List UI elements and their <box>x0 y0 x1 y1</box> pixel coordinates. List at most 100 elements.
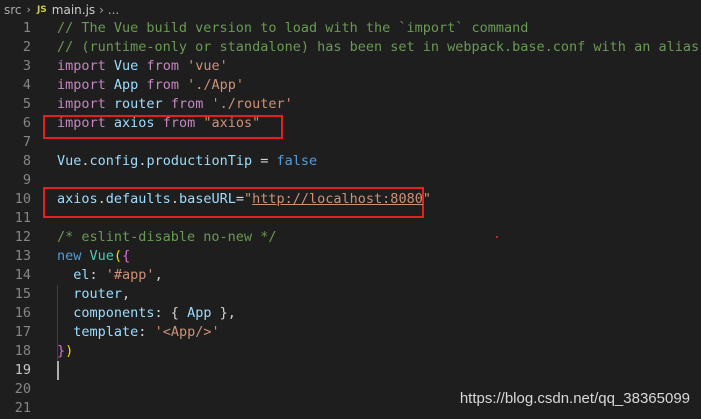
code-text: }) <box>57 342 73 361</box>
code-line[interactable]: 7 <box>0 133 701 152</box>
code-token: import <box>57 77 106 93</box>
code-line[interactable]: 3 import Vue from 'vue' <box>0 57 701 76</box>
javascript-file-icon: JS <box>36 4 47 15</box>
line-number: 6 <box>22 115 31 131</box>
code-token: : <box>138 324 155 340</box>
code-line[interactable]: 18}) <box>0 342 701 361</box>
code-line[interactable]: 17 template: '<App/>' <box>0 323 701 342</box>
code-token: false <box>276 153 318 169</box>
code-token: baseURL <box>178 191 236 207</box>
code-text: components: { App }, <box>57 304 236 323</box>
code-line[interactable]: 14 el: '#app', <box>0 266 701 285</box>
line-number: 17 <box>14 324 31 340</box>
breadcrumb-folder-src[interactable]: src <box>4 3 22 17</box>
line-number: 16 <box>14 305 31 321</box>
code-token: './router' <box>211 96 293 112</box>
code-line[interactable]: 16 components: { App }, <box>0 304 701 323</box>
code-line[interactable]: 19 <box>0 361 701 380</box>
code-token: Vue <box>113 58 139 74</box>
code-line[interactable]: 8 Vue.config.productionTip = false <box>0 152 701 171</box>
code-token: App <box>187 305 212 321</box>
code-token: axios <box>57 191 98 207</box>
line-number: 20 <box>14 381 31 397</box>
code-line[interactable]: 2 // (runtime-only or standalone) has bee… <box>0 38 701 57</box>
code-line[interactable]: 15 router, <box>0 285 701 304</box>
breadcrumb-symbols[interactable]: › ... <box>99 3 119 17</box>
code-token: new <box>57 248 82 264</box>
code-token: . <box>170 191 179 207</box>
code-token: template <box>73 324 139 340</box>
code-token: = <box>252 153 277 169</box>
line-number: 12 <box>14 229 31 245</box>
code-token: components <box>73 305 155 321</box>
code-token: from <box>146 58 179 74</box>
code-token: productionTip <box>146 153 253 169</box>
code-token: // (runtime-only or standalone) has been… <box>57 39 701 55</box>
code-token: './App' <box>187 77 245 93</box>
line-number: 2 <box>22 39 31 55</box>
code-line[interactable]: 11 <box>0 209 701 228</box>
code-text: import router from './router' <box>57 95 293 114</box>
code-line[interactable]: 10 axios.defaults.baseURL="http://localho… <box>0 190 701 209</box>
code-token: , <box>122 286 131 302</box>
code-line[interactable]: 4 import App from './App' <box>0 76 701 95</box>
code-token: http://localhost:8080 <box>252 191 423 207</box>
code-token: '<App/>' <box>154 324 220 340</box>
line-number: 3 <box>22 58 31 74</box>
code-text: // (runtime-only or standalone) has been… <box>57 38 701 57</box>
line-number: 18 <box>14 343 31 359</box>
chevron-right-icon: › <box>26 3 31 16</box>
line-number: 15 <box>14 286 31 302</box>
code-line[interactable]: 13 new Vue({ <box>0 247 701 266</box>
code-line[interactable]: 12 /* eslint-disable no-new */ <box>0 228 701 247</box>
code-line[interactable]: 9 <box>0 171 701 190</box>
line-number: 19 <box>14 362 31 378</box>
line-number: 4 <box>22 77 31 93</box>
code-token: '#app' <box>105 267 155 283</box>
code-token: { <box>122 248 131 264</box>
line-number: 14 <box>14 267 31 283</box>
line-number: 10 <box>14 191 31 207</box>
code-text: import App from './App' <box>57 76 244 95</box>
code-token: el <box>73 267 90 283</box>
line-number: 5 <box>22 96 31 112</box>
code-token: App <box>113 77 139 93</box>
code-text: import axios from "axios" <box>57 114 260 133</box>
code-line[interactable]: 1 // The Vue build version to load with t… <box>0 19 701 38</box>
code-token: . <box>81 153 90 169</box>
line-number: 8 <box>22 153 31 169</box>
code-token: router <box>73 286 123 302</box>
breadcrumb-file-main-js[interactable]: main.js <box>52 3 95 17</box>
code-token: defaults <box>105 191 171 207</box>
code-token: " <box>422 191 431 207</box>
code-line[interactable]: 5 import router from './router' <box>0 95 701 114</box>
code-text: router, <box>57 285 130 304</box>
code-token: axios <box>113 115 155 131</box>
code-token: " <box>244 191 253 207</box>
code-text: new Vue({ <box>57 247 130 266</box>
code-token: import <box>57 115 106 131</box>
breadcrumb: src › JS main.js › ... <box>0 0 701 19</box>
line-number: 9 <box>22 172 31 188</box>
code-token: from <box>146 77 179 93</box>
code-token: router <box>113 96 163 112</box>
code-text: template: '<App/>' <box>57 323 220 342</box>
code-token: 'vue' <box>187 58 228 74</box>
code-token: Vue <box>89 248 114 264</box>
code-editor[interactable]: 1 // The Vue build version to load with t… <box>0 19 701 419</box>
code-text: Vue.config.productionTip = false <box>57 152 317 171</box>
code-text: // The Vue build version to load with th… <box>57 19 528 38</box>
code-line[interactable]: 6 import axios from "axios" <box>0 114 701 133</box>
code-token: Vue <box>57 153 82 169</box>
code-token: /* eslint-disable no-new */ <box>57 229 277 245</box>
code-token: import <box>57 58 106 74</box>
